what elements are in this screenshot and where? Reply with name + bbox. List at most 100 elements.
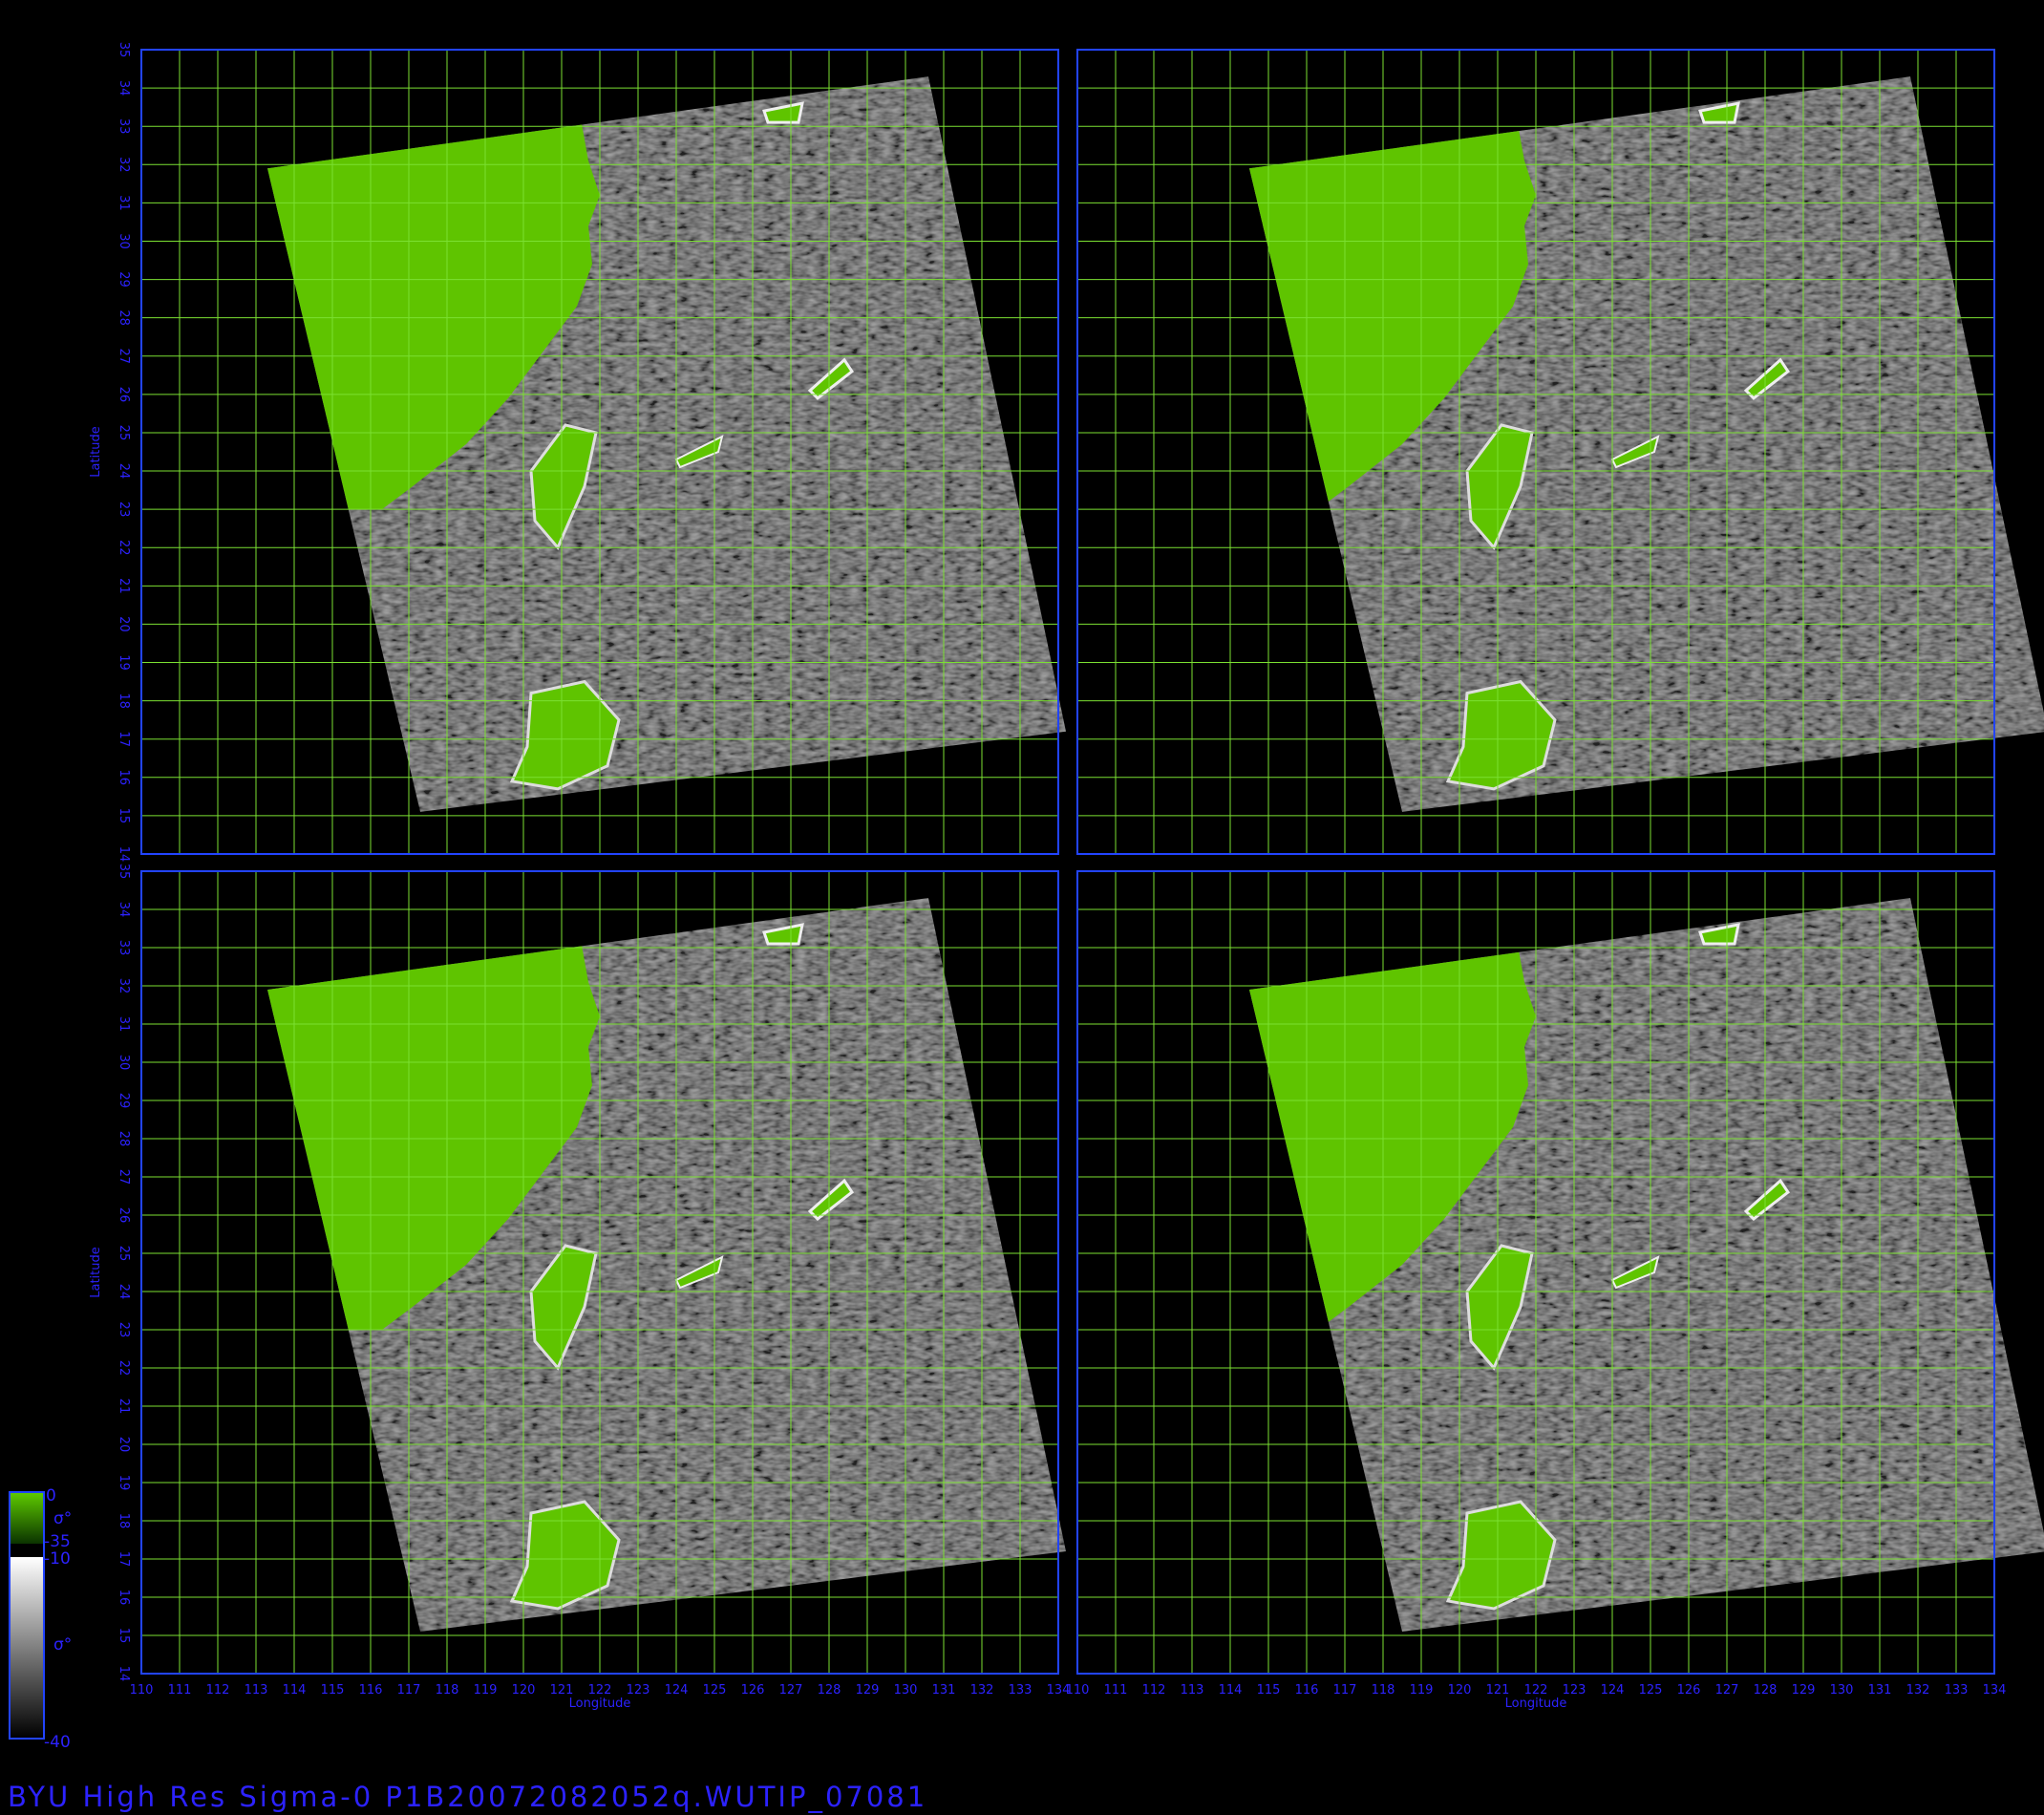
latitude-tick-label: 32 (117, 978, 131, 994)
longitude-tick-label: 131 (932, 1683, 956, 1698)
longitude-tick-label: 110 (130, 1683, 154, 1698)
radar-swath (1249, 76, 2044, 812)
latitude-tick-label: 14 (117, 846, 131, 863)
longitude-tick-label: 127 (1715, 1683, 1739, 1698)
latitude-tick-label: 15 (117, 1628, 131, 1644)
longitude-tick-label: 122 (1524, 1683, 1548, 1698)
latitude-tick-label: 27 (117, 1169, 131, 1185)
longitude-tick-label: 121 (550, 1683, 574, 1698)
map-panel-bottom-left: 14 15 16 17 18 19 20 21 22 23 24 25 26 27 28 29 30 31 32 33… (89, 864, 1070, 1711)
colorbar-land-symbol: σ° (53, 1509, 73, 1528)
latitude-tick-label: 28 (117, 310, 131, 326)
latitude-tick-label: 29 (117, 271, 131, 288)
longitude-tick-label: 129 (856, 1683, 880, 1698)
sigma0-colorbar (9, 1491, 45, 1740)
colorbar-ocean-symbol: σ° (53, 1635, 73, 1655)
colorbar-ocean-scale (10, 1557, 44, 1739)
radar-swath (1249, 898, 2044, 1632)
latitude-tick-label: 29 (117, 1093, 131, 1109)
longitude-tick-label: 120 (1448, 1683, 1472, 1698)
longitude-tick-label: 124 (1601, 1683, 1625, 1698)
latitude-tick-label: 27 (117, 348, 131, 364)
longitude-axis-label: Longitude (569, 1697, 631, 1711)
latitude-tick-label: 30 (117, 1055, 131, 1071)
colorbar-ocean-max-label: -10 (44, 1549, 71, 1569)
latitude-tick-label: 16 (117, 1590, 131, 1606)
latitude-tick-label: 32 (117, 157, 131, 173)
longitude-tick-label: 128 (818, 1683, 841, 1698)
latitude-tick-label: 15 (117, 808, 131, 824)
latitude-tick-label: 31 (117, 195, 131, 211)
longitude-tick-label: 129 (1792, 1683, 1816, 1698)
longitude-axis-label: Longitude (1505, 1697, 1567, 1711)
radar-swath (267, 898, 1066, 1632)
longitude-tick-label: 111 (168, 1683, 192, 1698)
longitude-tick-label: 118 (436, 1683, 459, 1698)
longitude-tick-label: 122 (588, 1683, 612, 1698)
longitude-tick-label: 134 (1983, 1683, 2007, 1698)
map-panel-top-left: 14 15 16 17 18 19 20 21 22 23 24 25 26 27 28 29 30 31 32 33… (89, 42, 1066, 863)
longitude-tick-label: 119 (1410, 1683, 1434, 1698)
latitude-tick-label: 30 (117, 233, 131, 249)
latitude-tick-label: 26 (117, 387, 131, 403)
longitude-tick-label: 125 (703, 1683, 727, 1698)
latitude-tick-label: 21 (117, 1399, 131, 1415)
longitude-tick-label: 112 (206, 1683, 230, 1698)
colorbar-ocean-min-label: -40 (44, 1733, 71, 1752)
colorbar-land-scale (10, 1492, 44, 1544)
sigma0-map-figure: 14 15 16 17 18 19 20 21 22 23 24 25 26 27 28 29 30 31 32 33… (9, 42, 2044, 1740)
longitude-tick-label: 114 (283, 1683, 307, 1698)
latitude-tick-label: 22 (117, 540, 131, 556)
latitude-tick-label: 14 (117, 1666, 131, 1682)
longitude-tick-label: 118 (1372, 1683, 1395, 1698)
latitude-tick-label: 31 (117, 1016, 131, 1033)
latitude-tick-label: 21 (117, 578, 131, 594)
latitude-tick-label: 35 (117, 42, 131, 58)
colorbar-land-max-label: 0 (46, 1486, 56, 1505)
longitude-tick-label: 117 (1333, 1683, 1357, 1698)
latitude-tick-label: 18 (117, 1513, 131, 1529)
latitude-tick-label: 24 (117, 463, 131, 480)
latitude-tick-label: 18 (117, 693, 131, 709)
longitude-tick-label: 110 (1066, 1683, 1090, 1698)
latitude-tick-label: 26 (117, 1207, 131, 1224)
longitude-tick-label: 120 (512, 1683, 536, 1698)
latitude-tick-label: 17 (117, 731, 131, 747)
longitude-tick-label: 116 (1295, 1683, 1319, 1698)
latitude-tick-label: 25 (117, 1246, 131, 1262)
longitude-tick-label: 133 (1945, 1683, 1969, 1698)
longitude-tick-label: 128 (1754, 1683, 1778, 1698)
longitude-tick-label: 126 (741, 1683, 765, 1698)
longitude-tick-label: 117 (397, 1683, 421, 1698)
longitude-tick-label: 111 (1104, 1683, 1128, 1698)
longitude-tick-label: 119 (474, 1683, 498, 1698)
longitude-tick-label: 123 (627, 1683, 650, 1698)
longitude-tick-label: 130 (1830, 1683, 1854, 1698)
latitude-axis-label: Latitude (89, 426, 103, 478)
latitude-tick-label: 20 (117, 616, 131, 632)
latitude-tick-label: 33 (117, 940, 131, 956)
longitude-tick-label: 113 (245, 1683, 268, 1698)
latitude-tick-label: 28 (117, 1131, 131, 1147)
latitude-tick-label: 25 (117, 425, 131, 441)
longitude-tick-label: 130 (894, 1683, 918, 1698)
longitude-tick-label: 132 (970, 1683, 994, 1698)
longitude-tick-label: 124 (665, 1683, 689, 1698)
longitude-tick-label: 131 (1868, 1683, 1892, 1698)
longitude-tick-label: 115 (321, 1683, 345, 1698)
latitude-tick-label: 19 (117, 654, 131, 671)
longitude-tick-label: 132 (1906, 1683, 1930, 1698)
longitude-tick-label: 113 (1181, 1683, 1204, 1698)
longitude-tick-label: 123 (1563, 1683, 1586, 1698)
longitude-tick-label: 116 (359, 1683, 383, 1698)
latitude-tick-label: 24 (117, 1284, 131, 1300)
latitude-tick-label: 35 (117, 864, 131, 880)
colorbar-land-min-label: -35 (44, 1532, 71, 1551)
longitude-tick-label: 115 (1257, 1683, 1281, 1698)
latitude-tick-label: 17 (117, 1551, 131, 1568)
longitude-tick-label: 121 (1486, 1683, 1510, 1698)
longitude-tick-label: 125 (1639, 1683, 1663, 1698)
longitude-tick-label: 114 (1219, 1683, 1243, 1698)
latitude-tick-label: 22 (117, 1360, 131, 1377)
longitude-tick-label: 127 (779, 1683, 803, 1698)
